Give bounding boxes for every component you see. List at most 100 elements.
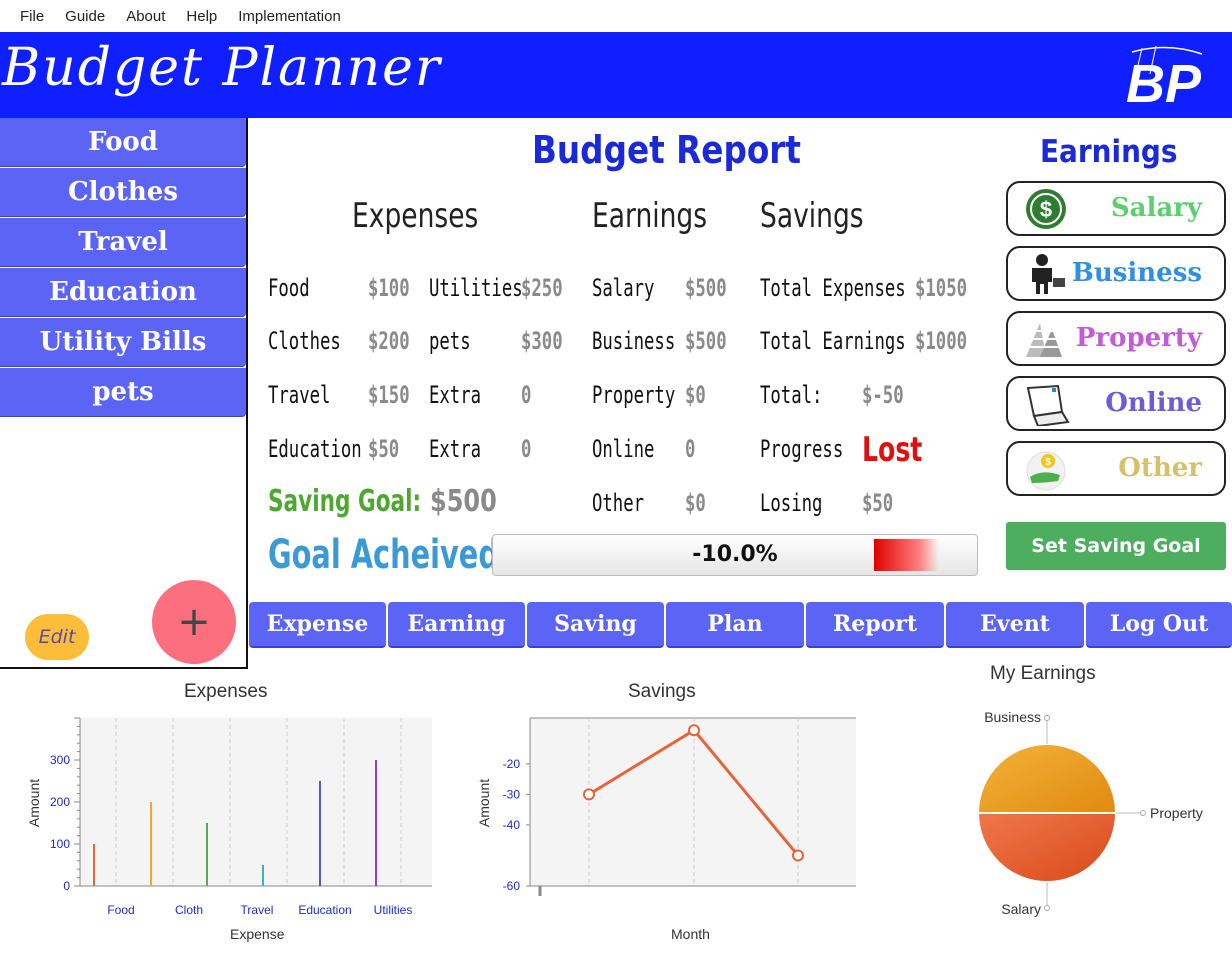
plot-area	[530, 718, 856, 886]
earning-label: Property	[592, 381, 676, 409]
progress-status: Lost	[862, 430, 923, 470]
app-title: Budget Planner	[2, 38, 442, 98]
sidebar-item-food[interactable]: Food	[0, 118, 246, 166]
savings-line-chart: -20 -30 -40 -60	[503, 717, 856, 896]
y-tick-label: 300	[50, 753, 70, 767]
leader-dot	[1044, 715, 1050, 721]
bp-logo-icon: BP	[1126, 45, 1203, 110]
savings-label: Total:	[760, 381, 823, 409]
expense-label: Travel	[268, 381, 331, 409]
logo-text: BP	[1126, 54, 1202, 110]
leader-dot	[1140, 810, 1146, 816]
menu-implementation[interactable]: Implementation	[238, 8, 341, 25]
earnings-heading: Earnings	[592, 196, 708, 236]
data-point	[583, 788, 595, 801]
expense-label: pets	[429, 327, 471, 355]
online-button[interactable]: Online	[1006, 376, 1226, 431]
saving-goal-value: $500	[430, 484, 497, 519]
sidebar-item-travel[interactable]: Travel	[0, 218, 246, 266]
earning-label: Online	[592, 435, 655, 463]
savings-value: $1050	[915, 274, 968, 302]
nav-earning[interactable]: Earning	[388, 602, 525, 648]
expense-value: $250	[521, 274, 563, 302]
nav-expense[interactable]: Expense	[249, 602, 386, 648]
menu-about[interactable]: About	[126, 8, 165, 25]
sidebar: Food Clothes Travel Education Utility Bi…	[0, 118, 248, 669]
sidebar-item-pets[interactable]: pets	[0, 368, 246, 416]
nav-event[interactable]: Event	[946, 602, 1084, 648]
dollar-coin-icon: $	[1026, 189, 1066, 229]
property-button[interactable]: Property	[1006, 311, 1226, 366]
expense-label: Extra	[429, 381, 482, 409]
buildings-icon	[1026, 323, 1062, 357]
expense-label: Utilities	[429, 274, 523, 302]
menu-help[interactable]: Help	[186, 8, 217, 25]
salary-button-label: Salary	[1110, 193, 1202, 223]
set-saving-goal-button[interactable]: Set Saving Goal	[1006, 522, 1226, 570]
y-tick-label: -60	[503, 879, 521, 893]
x-tick-label: Utilities	[374, 903, 413, 917]
business-button[interactable]: Business	[1006, 246, 1226, 301]
nav-plan[interactable]: Plan	[666, 602, 804, 648]
add-category-button[interactable]: +	[152, 580, 236, 664]
y-tick-label: -30	[503, 787, 521, 801]
expenses-heading: Expenses	[352, 196, 479, 236]
x-tick-label: Cloth	[175, 903, 203, 917]
earning-value: 0	[685, 435, 696, 463]
data-point	[688, 724, 700, 737]
savings-label: Total Expenses	[760, 274, 906, 302]
sidebar-item-utility-bills[interactable]: Utility Bills	[0, 318, 246, 366]
plot-area	[80, 718, 432, 886]
nav-report[interactable]: Report	[806, 602, 944, 648]
goal-progress-text: -10.0%	[692, 542, 778, 567]
earning-value: $0	[685, 381, 706, 409]
businessman-icon	[1032, 254, 1065, 294]
app-header: Budget Planner BP	[0, 32, 1232, 118]
svg-text:$: $	[1045, 457, 1051, 468]
sidebar-item-clothes[interactable]: Clothes	[0, 168, 246, 216]
edit-button[interactable]: Edit	[25, 614, 89, 660]
expenses-bar-chart: 0 100 200 300 Food Cloth Travel Education Utilit…	[50, 717, 432, 917]
laptop-icon	[1026, 384, 1070, 426]
expense-label: Extra	[429, 435, 482, 463]
sidebar-item-education[interactable]: Education	[0, 268, 246, 316]
expense-value: 0	[521, 435, 532, 463]
savings-label: Losing	[760, 489, 823, 517]
savings-label: Progress	[760, 435, 844, 463]
savings-chart-xlabel: Month	[671, 926, 710, 942]
nav-saving[interactable]: Saving	[527, 602, 664, 648]
expense-value: $200	[368, 327, 410, 355]
pie-label-business: Business	[984, 709, 1041, 725]
data-point	[792, 849, 804, 862]
pie-slice	[976, 743, 1118, 814]
savings-value: $1000	[915, 327, 968, 355]
nav-log-out[interactable]: Log Out	[1086, 602, 1232, 648]
menu-guide[interactable]: Guide	[65, 8, 105, 25]
earning-value: $500	[685, 327, 727, 355]
property-button-label: Property	[1075, 323, 1202, 353]
other-button-label: Other	[1118, 453, 1202, 483]
goal-achieved-label: Goal Acheived:	[268, 532, 511, 578]
other-button[interactable]: $ Other	[1006, 441, 1226, 496]
bottom-nav: Expense Earning Saving Plan Report Event…	[249, 602, 1232, 648]
y-tick-label: -20	[503, 757, 521, 771]
x-tick-label: Travel	[241, 903, 274, 917]
y-tick-label: 0	[63, 879, 70, 893]
salary-button[interactable]: $ Salary	[1006, 181, 1226, 236]
earning-value: $500	[685, 274, 727, 302]
expense-value: $300	[521, 327, 563, 355]
savings-heading: Savings	[760, 196, 864, 236]
goal-progress-bar: -10.0%	[492, 534, 978, 576]
pie-label-property: Property	[1150, 805, 1203, 821]
report-title: Budget Report	[532, 128, 802, 172]
expenses-chart-xlabel: Expense	[230, 926, 285, 942]
menu-file[interactable]: File	[20, 8, 44, 25]
earning-value: $0	[685, 489, 706, 517]
expense-label: Education	[268, 435, 362, 463]
earnings-pie-chart: Business Property Salary	[976, 709, 1203, 917]
x-tick-label: Education	[298, 903, 351, 917]
leader-dot	[1044, 905, 1050, 911]
online-button-label: Online	[1105, 388, 1202, 418]
expense-value: $50	[368, 435, 400, 463]
y-tick-label: 100	[50, 837, 70, 851]
